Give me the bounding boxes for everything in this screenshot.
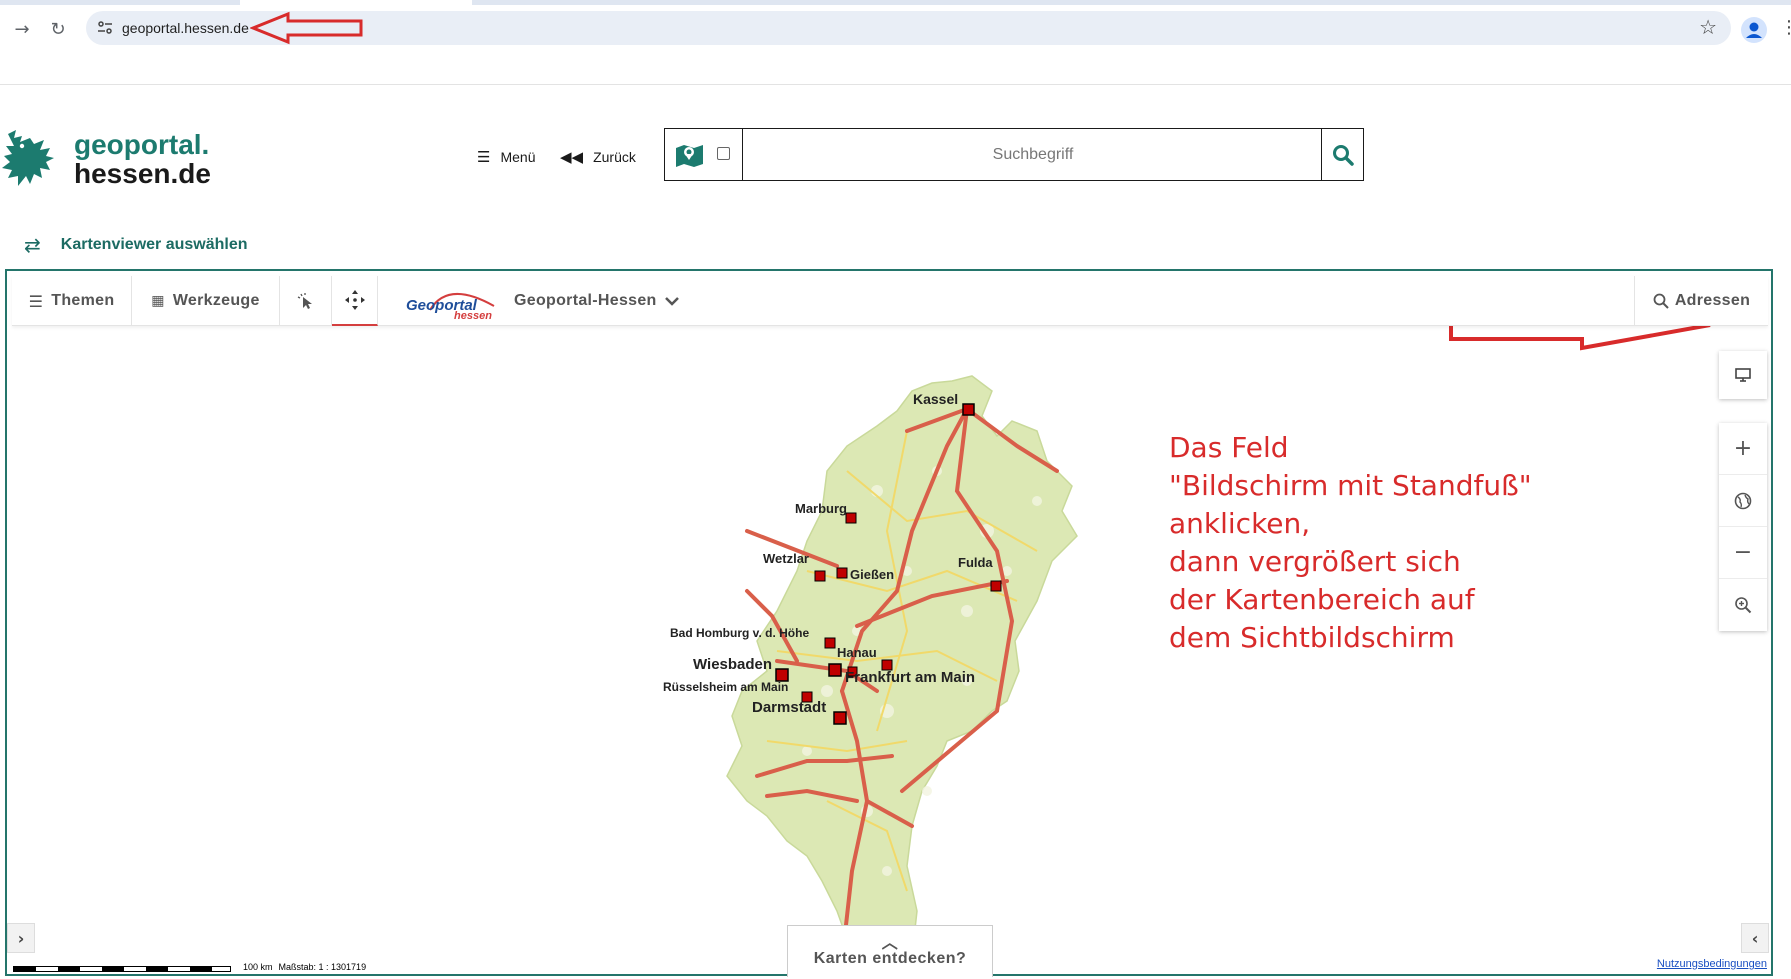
- search-icon: [1332, 144, 1354, 166]
- back-label: Zurück: [593, 149, 636, 165]
- url-text[interactable]: geoportal.hessen.de: [122, 20, 249, 36]
- annotation-arrow-url: [250, 11, 363, 45]
- scale-distance: 100 km: [243, 962, 273, 972]
- city-label: Wiesbaden: [693, 656, 772, 673]
- city-label: Wetzlar: [763, 551, 809, 566]
- swap-arrows-icon: ⇄: [24, 233, 41, 257]
- city-label: Rüsselsheim am Main: [663, 680, 788, 694]
- logo-text-line1: geoportal.: [74, 129, 210, 160]
- move-arrows-icon: [344, 290, 365, 310]
- city-label: Kassel: [913, 391, 958, 407]
- viewer-select-button[interactable]: ⇄ Kartenviewer auswählen: [24, 233, 248, 257]
- rewind-icon: ◀◀: [560, 148, 584, 166]
- list-icon: ☰: [28, 291, 44, 311]
- minus-icon: −: [1733, 540, 1753, 565]
- star-icon[interactable]: ☆: [1699, 15, 1717, 39]
- chevron-down-icon: [664, 297, 679, 306]
- globe-icon: [1734, 492, 1752, 509]
- geoportal-hessen-logo: Geoportal hessen: [402, 280, 502, 322]
- themes-label: Themen: [51, 292, 115, 309]
- terms-of-use-link[interactable]: Nutzungsbedingungen: [1657, 958, 1767, 970]
- back-button[interactable]: ◀◀ Zurück: [560, 148, 636, 166]
- menu-label: Menü: [500, 149, 536, 165]
- viewer-select-label: Kartenviewer auswählen: [60, 236, 248, 253]
- discover-maps-button[interactable]: ︿ Karten entdecken?: [787, 925, 993, 977]
- scale-line: [13, 966, 231, 972]
- zoom-magnifier-icon: [1735, 597, 1752, 614]
- search-input[interactable]: [744, 129, 1322, 180]
- address-label: Adressen: [1674, 292, 1751, 309]
- portal-dropdown[interactable]: Geoportal-Hessen: [514, 276, 679, 326]
- map-search-toggle[interactable]: [665, 129, 743, 180]
- zoom-controls: + −: [1719, 423, 1767, 631]
- city-label: Bad Homburg v. d. Höhe: [670, 626, 809, 640]
- browser-divider: [0, 84, 1791, 85]
- select-tool-button[interactable]: [280, 276, 332, 326]
- search-icon: [1653, 293, 1669, 309]
- expand-left-panel-button[interactable]: ›: [7, 923, 35, 953]
- themes-button[interactable]: ☰ Themen: [12, 276, 132, 326]
- fullscreen-button[interactable]: [1719, 351, 1767, 399]
- monitor-icon: [1735, 368, 1751, 382]
- profile-avatar-icon[interactable]: [1741, 17, 1767, 43]
- grid-icon: ▦: [151, 293, 165, 309]
- scale-bar: 100 km Maßstab: 1 : 1301719: [13, 962, 366, 972]
- logo-text-line2: hessen.de: [74, 158, 211, 189]
- chevron-up-icon: ︿: [881, 932, 899, 952]
- hessen-lion-icon: [2, 130, 54, 186]
- chevron-right-icon: ›: [17, 928, 25, 948]
- hamburger-icon: ☰: [477, 148, 491, 166]
- address-search-button[interactable]: Adressen: [1634, 276, 1768, 326]
- city-label: Darmstadt: [752, 699, 826, 716]
- pointer-click-icon: [297, 293, 312, 309]
- zoom-in-button[interactable]: +: [1719, 423, 1767, 475]
- city-label: Frankfurt am Main: [845, 669, 975, 686]
- tools-button[interactable]: ▦ Werkzeuge: [132, 276, 280, 326]
- logo-sub-text: hessen: [454, 310, 492, 322]
- chevron-left-icon: ‹: [1751, 928, 1759, 948]
- plus-icon: +: [1733, 436, 1753, 461]
- scale-ratio: Maßstab: 1 : 1301719: [278, 962, 367, 972]
- browser-menu-icon[interactable]: ⋮: [1780, 17, 1791, 38]
- forward-icon[interactable]: →: [8, 15, 36, 43]
- zoom-box-button[interactable]: [1719, 579, 1767, 631]
- city-label: Hanau: [837, 645, 877, 660]
- pan-tool-button[interactable]: [332, 276, 378, 326]
- zoom-out-button[interactable]: −: [1719, 527, 1767, 579]
- expand-right-panel-button[interactable]: ‹: [1741, 923, 1769, 953]
- site-info-icon[interactable]: [96, 19, 114, 37]
- portal-label: Geoportal-Hessen: [514, 292, 657, 309]
- discover-label: Karten entdecken?: [813, 949, 967, 967]
- site-logo[interactable]: geoportal. hessen.de: [0, 124, 220, 194]
- map-marker-icon: [676, 145, 703, 167]
- map-viewer: Kassel Marburg Wetzlar Gießen Fulda Bad …: [5, 269, 1773, 977]
- tools-label: Werkzeuge: [172, 292, 260, 309]
- city-label: Fulda: [958, 555, 993, 570]
- reload-icon[interactable]: ↻: [44, 15, 72, 43]
- city-label: Marburg: [795, 501, 847, 516]
- map-toolbar: ☰ Themen ▦ Werkzeuge Geoportal hessen Ge…: [12, 276, 1768, 326]
- search-box: [664, 128, 1364, 181]
- zoom-world-button[interactable]: [1719, 475, 1767, 527]
- instruction-annotation: Das Feld "Bildschirm mit Standfuß" ankli…: [1169, 431, 1532, 654]
- city-label: Gießen: [850, 567, 894, 582]
- search-button[interactable]: [1321, 129, 1363, 180]
- map-search-checkbox[interactable]: [717, 147, 730, 160]
- menu-button[interactable]: ☰ Menü: [477, 148, 535, 166]
